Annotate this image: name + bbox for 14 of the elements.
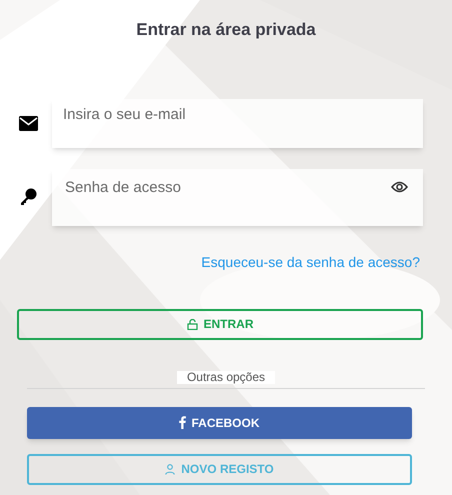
password-field[interactable]: Senha de acesso (52, 168, 423, 226)
divider-label: Outras opções (176, 370, 276, 384)
unlock-icon (186, 318, 198, 330)
facebook-icon (179, 416, 186, 429)
register-button[interactable]: NOVO REGISTO (27, 454, 412, 484)
user-icon (165, 464, 176, 474)
page-title: Entrar na área privada (136, 19, 316, 41)
envelope-icon (19, 116, 38, 130)
eye-icon[interactable] (391, 180, 408, 192)
forgot-password-link[interactable]: Esqueceu-se da senha de acesso? (201, 252, 420, 272)
facebook-button[interactable]: FACEBOOK (27, 406, 412, 438)
login-button[interactable]: ENTRAR (17, 308, 423, 340)
email-field[interactable]: Insira o seu e-mail (52, 98, 423, 148)
key-icon (19, 188, 37, 206)
